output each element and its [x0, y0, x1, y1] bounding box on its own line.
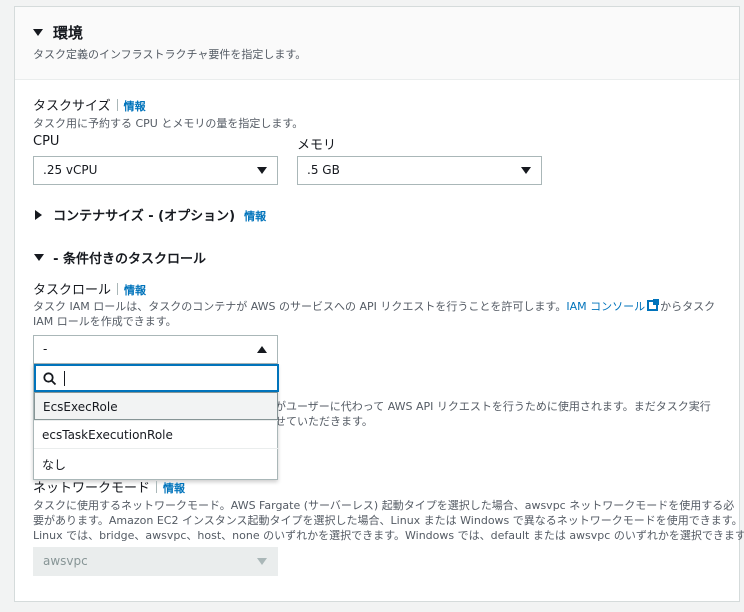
section-description: タスク定義のインフラストラクチャ要件を指定します。	[33, 48, 307, 61]
chevron-down-icon	[257, 558, 267, 565]
task-execution-role-description-line2: せていただきます。	[275, 415, 373, 428]
text-cursor	[64, 371, 65, 386]
chevron-down-icon	[521, 167, 531, 174]
memory-select[interactable]: .5 GB	[297, 156, 542, 185]
separator	[156, 481, 158, 493]
task-role-value: -	[43, 342, 48, 356]
chevron-down-icon	[257, 167, 267, 174]
task-role-dropdown: EcsExecRole ecsTaskExecutionRole なし	[33, 364, 279, 480]
task-role-info-link[interactable]: 情報	[124, 284, 146, 297]
task-role-select[interactable]: -	[33, 335, 278, 364]
task-size-label: タスクサイズ	[33, 99, 111, 114]
task-size-description: タスク用に予約する CPU とメモリの量を指定します。	[33, 117, 304, 130]
memory-label: メモリ	[297, 138, 337, 153]
separator	[117, 283, 119, 295]
section-title[interactable]: 環境	[53, 22, 83, 43]
container-size-info-link[interactable]: 情報	[244, 210, 266, 223]
task-size-header: タスクサイズ 情報	[33, 95, 146, 114]
memory-value: .5 GB	[307, 163, 340, 177]
task-role-description: タスク IAM ロールは、タスクのコンテナが AWS のサービスへの API リ…	[33, 298, 715, 314]
network-mode-value: awsvpc	[43, 554, 88, 568]
collapse-caret-icon[interactable]	[33, 29, 43, 36]
panel-header	[15, 7, 739, 80]
cpu-value: .25 vCPU	[43, 163, 98, 177]
conditional-role-expander[interactable]: - 条件付きのタスクロール	[34, 248, 206, 267]
chevron-up-icon	[257, 346, 267, 353]
cpu-select[interactable]: .25 vCPU	[33, 156, 278, 185]
expand-caret-icon	[35, 210, 42, 220]
external-link-icon	[647, 299, 660, 311]
task-role-description-post: からタスク	[660, 300, 716, 313]
network-mode-description-line2: 要があります。Amazon EC2 インスタンス起動タイプを選択した場合、Lin…	[33, 514, 743, 527]
task-role-description-text: タスク IAM ロールは、タスクのコンテナが AWS のサービスへの API リ…	[33, 300, 567, 313]
task-role-label: タスクロール	[33, 283, 112, 298]
task-role-option[interactable]: EcsExecRole	[34, 392, 278, 420]
network-mode-description-line3: Linux では、bridge、awsvpc、host、none のいずれかを選…	[33, 529, 744, 542]
task-role-search-input[interactable]	[34, 364, 279, 392]
container-size-expander[interactable]: コンテナサイズ - (オプション) 情報	[35, 205, 266, 224]
cpu-label: CPU	[33, 134, 60, 149]
task-role-header: タスクロール 情報	[33, 279, 146, 298]
iam-console-link[interactable]: IAM コンソール	[566, 300, 645, 313]
separator	[116, 99, 118, 111]
task-role-option[interactable]: なし	[34, 448, 278, 476]
network-mode-select: awsvpc	[33, 547, 278, 576]
conditional-role-label: - 条件付きのタスクロール	[53, 252, 207, 267]
collapse-caret-icon	[34, 254, 44, 261]
task-role-description-line2: IAM ロールを作成できます。	[33, 315, 177, 328]
network-mode-label: ネットワークモード	[33, 481, 151, 496]
task-size-info-link[interactable]: 情報	[124, 100, 146, 113]
task-role-option[interactable]: ecsTaskExecutionRole	[34, 420, 278, 448]
network-mode-description-line1: タスクに使用するネットワークモード。AWS Fargate (サーバーレス) 起…	[33, 499, 735, 512]
network-mode-header: ネットワークモード 情報	[33, 477, 185, 496]
search-icon	[43, 372, 57, 386]
container-size-label: コンテナサイズ - (オプション)	[53, 209, 236, 224]
network-mode-info-link[interactable]: 情報	[163, 482, 185, 495]
task-execution-role-description-line1: がユーザーに代わって AWS API リクエストを行うために使用されます。まだタ…	[275, 400, 711, 413]
